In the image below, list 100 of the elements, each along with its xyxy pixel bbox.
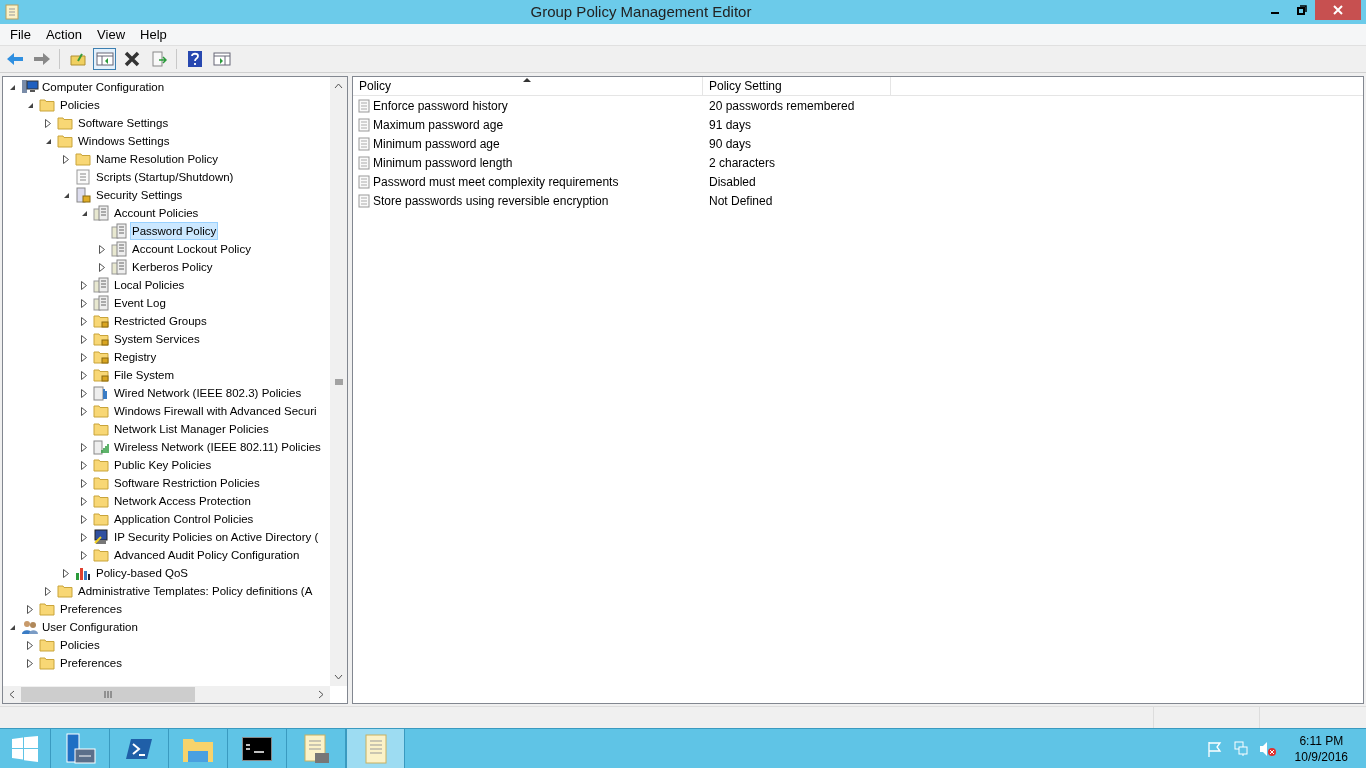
locked-folder-icon	[93, 314, 109, 328]
tree-item[interactable]: Preferences	[58, 600, 124, 618]
tree-item[interactable]: Public Key Policies	[112, 456, 214, 474]
horizontal-scrollbar[interactable]	[3, 686, 330, 703]
expanded-arrow-icon[interactable]	[81, 209, 88, 217]
tree-item[interactable]: Computer Configuration	[40, 78, 167, 96]
clock[interactable]: 6:11 PM 10/9/2016	[1290, 729, 1366, 768]
folder-icon	[57, 134, 73, 148]
menu-item[interactable]: Help	[133, 24, 174, 45]
scroll-right-icon[interactable]	[318, 690, 324, 699]
clock-time: 6:11 PM	[1299, 732, 1344, 749]
server-list-icon	[93, 295, 109, 311]
tree-item[interactable]: Local Policies	[112, 276, 187, 294]
folder-icon	[93, 548, 109, 562]
tree-item[interactable]: Windows Settings	[76, 132, 172, 150]
folder-icon	[39, 98, 55, 112]
table-cell-text: 20 passwords remembered	[708, 97, 856, 115]
document-arrow-icon	[150, 51, 167, 67]
table-cell[interactable]: Minimum password age	[373, 134, 500, 153]
collapsed-arrow-icon[interactable]	[45, 586, 51, 596]
table-cell-text: 90 days	[708, 135, 753, 153]
tree-item[interactable]: File System	[112, 366, 177, 384]
tree-item[interactable]: Policies	[58, 636, 102, 654]
tree-item[interactable]: User Configuration	[40, 618, 140, 636]
tree-item[interactable]: Software Settings	[76, 114, 171, 132]
menu-item[interactable]: View	[90, 24, 133, 45]
sort-ascending-icon	[523, 78, 531, 82]
clock-date: 10/9/2016	[1294, 748, 1348, 765]
tree-item[interactable]: Wireless Network (IEEE 802.11) Policies	[112, 438, 323, 456]
column-header[interactable]: Policy	[353, 77, 703, 95]
tree-item[interactable]: Kerberos Policy	[130, 258, 215, 276]
tree-item[interactable]: System Services	[112, 330, 202, 348]
tree-item[interactable]: Registry	[112, 348, 159, 366]
tree-item[interactable]: Password Policy	[130, 222, 219, 240]
collapsed-arrow-icon[interactable]	[27, 604, 33, 614]
tree-item[interactable]: Windows Firewall with Advanced Securi	[112, 402, 319, 420]
tree-item[interactable]: Network List Manager Policies	[112, 420, 271, 438]
collapsed-arrow-icon[interactable]	[45, 118, 51, 128]
folder-icon	[93, 404, 109, 418]
table-cell[interactable]: Maximum password age	[373, 115, 504, 134]
panel-toggle-icon	[95, 52, 114, 66]
menu-item[interactable]: Action	[38, 24, 90, 45]
collapsed-arrow-icon[interactable]	[63, 568, 69, 578]
back-arrow-icon	[5, 52, 24, 66]
table-cell[interactable]: Enforce password history	[373, 96, 508, 115]
folder-icon	[39, 638, 55, 652]
tree-item[interactable]: Restricted Groups	[112, 312, 209, 330]
server-list-icon	[93, 277, 109, 293]
scroll-down-icon[interactable]	[334, 674, 343, 680]
tree-item[interactable]: Name Resolution Policy	[94, 150, 221, 168]
tree-item[interactable]: Account Lockout Policy	[130, 240, 253, 258]
scroll-up-icon[interactable]	[334, 83, 343, 89]
collapsed-arrow-icon[interactable]	[63, 154, 69, 164]
table-cell-text: 91 days	[708, 116, 753, 134]
table-cell[interactable]: Store passwords using reversible encryption	[373, 191, 609, 210]
table-cell[interactable]: Password must meet complexity requirements	[373, 172, 619, 191]
tree-item[interactable]: Wired Network (IEEE 802.3) Policies	[112, 384, 304, 402]
tree-item[interactable]: Application Control Policies	[112, 510, 256, 528]
locked-folder-icon	[93, 332, 109, 346]
windows-logo-icon	[12, 735, 38, 762]
close-button[interactable]	[1315, 0, 1361, 20]
tree-item[interactable]: Event Log	[112, 294, 168, 312]
locked-folder-icon	[93, 350, 109, 364]
menu-item[interactable]: File	[3, 24, 38, 45]
folder-up-icon	[69, 52, 86, 66]
tree-item[interactable]: Preferences	[58, 654, 124, 672]
server-list-icon	[93, 205, 109, 221]
document-icon	[358, 193, 370, 208]
server-list-icon	[111, 241, 127, 257]
scroll-left-icon[interactable]	[9, 690, 15, 699]
wireless-signal-icon	[93, 439, 109, 455]
tree-item[interactable]: Policies	[58, 96, 102, 114]
table-cell-text: 2 characters	[708, 154, 777, 172]
expanded-arrow-icon[interactable]	[27, 101, 34, 109]
tree-item[interactable]: Policy-based QoS	[94, 564, 191, 582]
document-icon	[358, 98, 370, 113]
vertical-scrollbar[interactable]	[330, 77, 347, 686]
computer-icon	[21, 79, 39, 95]
help-icon	[187, 51, 202, 67]
forward-arrow-icon	[32, 52, 51, 66]
tree-item[interactable]: Administrative Templates: Policy definitions (A	[76, 582, 315, 600]
expanded-arrow-icon[interactable]	[45, 137, 52, 145]
users-icon	[21, 619, 39, 635]
tree-item[interactable]: Software Restriction Policies	[112, 474, 262, 492]
tree-item[interactable]: Scripts (Startup/Shutdown)	[94, 168, 236, 186]
tree-item[interactable]: Network Access Protection	[112, 492, 253, 510]
tree-item[interactable]: Security Settings	[94, 186, 185, 204]
table-cell-text: Disabled	[708, 173, 757, 191]
expanded-arrow-icon[interactable]	[9, 83, 16, 91]
folder-icon	[93, 512, 109, 526]
expanded-arrow-icon[interactable]	[9, 623, 16, 631]
folder-icon	[39, 602, 55, 616]
table-cell[interactable]: Minimum password length	[373, 153, 513, 172]
tree-item[interactable]: Advanced Audit Policy Configuration	[112, 546, 302, 564]
column-header[interactable]: Policy Setting	[703, 77, 891, 95]
tree-item[interactable]: Account Policies	[112, 204, 201, 222]
expanded-arrow-icon[interactable]	[63, 191, 70, 199]
speaker-muted-icon[interactable]	[1258, 740, 1277, 757]
tree-item[interactable]: IP Security Policies on Active Directory (	[112, 528, 321, 546]
locked-server-icon	[75, 187, 91, 203]
